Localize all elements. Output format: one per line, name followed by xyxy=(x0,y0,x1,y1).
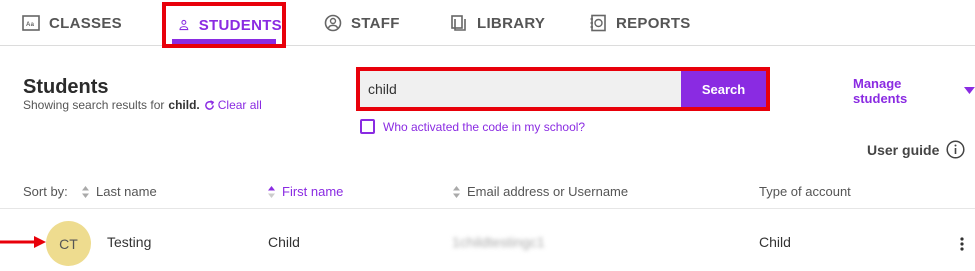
tab-reports[interactable]: REPORTS xyxy=(589,0,691,46)
refresh-icon xyxy=(204,99,215,110)
search-input[interactable] xyxy=(360,71,681,107)
activated-code-label: Who activated the code in my school? xyxy=(383,119,586,134)
active-tab-indicator xyxy=(172,39,276,44)
sort-ascending-icon xyxy=(268,185,275,198)
column-first-name[interactable]: First name xyxy=(267,184,343,199)
activated-code-checkbox[interactable] xyxy=(360,119,375,134)
search-results-summary: Showing search results for child. Clear … xyxy=(23,98,262,112)
reports-icon xyxy=(590,14,606,32)
table-row[interactable]: CT Testing Child 1childtestingc1 Child xyxy=(0,213,975,269)
info-icon xyxy=(946,140,965,159)
tab-staff[interactable]: STAFF xyxy=(324,0,400,46)
student-icon xyxy=(179,19,189,31)
column-label: Last name xyxy=(96,184,157,199)
sort-icon xyxy=(453,185,460,198)
page-title: Students xyxy=(23,76,109,98)
tab-label: STUDENTS xyxy=(198,16,282,34)
sort-by-label: Sort by: xyxy=(23,184,68,199)
tab-label: CLASSES xyxy=(49,14,122,32)
results-query: child. xyxy=(168,98,200,112)
clear-all-label: Clear all xyxy=(217,98,262,112)
manage-students-label: Manage students xyxy=(853,76,908,106)
clear-all-link[interactable]: Clear all xyxy=(204,98,262,112)
cell-first-name: Child xyxy=(268,234,300,250)
table-header: Sort by: Last name First name Email addr… xyxy=(0,176,975,209)
search-bar: Search xyxy=(356,67,770,111)
column-account-type: Type of account xyxy=(759,184,851,199)
results-prefix: Showing search results for xyxy=(23,98,165,112)
manage-students-dropdown[interactable]: Manage students xyxy=(853,76,975,106)
column-label: Email address or Username xyxy=(467,184,629,199)
tab-students[interactable]: STUDENTS xyxy=(162,2,286,48)
tab-library[interactable]: LIBRARY xyxy=(450,0,545,46)
staff-icon xyxy=(324,14,342,32)
tab-label: LIBRARY xyxy=(477,14,546,32)
tab-classes[interactable]: Aa CLASSES xyxy=(22,0,122,46)
library-icon xyxy=(451,15,466,31)
search-button[interactable]: Search xyxy=(681,71,766,107)
column-email[interactable]: Email address or Username xyxy=(452,184,628,199)
user-guide-label: User guide xyxy=(867,141,940,158)
sort-icon xyxy=(82,185,89,198)
column-label: First name xyxy=(282,184,344,199)
cell-username: 1childtestingc1 xyxy=(452,234,545,250)
activated-code-filter[interactable]: Who activated the code in my school? xyxy=(360,119,585,134)
tab-label: STAFF xyxy=(351,14,400,32)
cell-account-type: Child xyxy=(759,234,791,250)
column-last-name[interactable]: Last name xyxy=(81,184,157,199)
classes-icon: Aa xyxy=(22,15,40,31)
cell-last-name: Testing xyxy=(107,234,152,250)
tab-label: REPORTS xyxy=(616,14,691,32)
svg-text:Aa: Aa xyxy=(26,22,35,28)
main-tab-bar: Aa CLASSES STUDENTS STAFF LIBRARY REPORT… xyxy=(0,0,975,48)
more-options-icon[interactable] xyxy=(955,235,969,253)
avatar: CT xyxy=(46,221,91,266)
caret-down-icon xyxy=(964,87,975,94)
user-guide-link[interactable]: User guide xyxy=(867,140,965,159)
